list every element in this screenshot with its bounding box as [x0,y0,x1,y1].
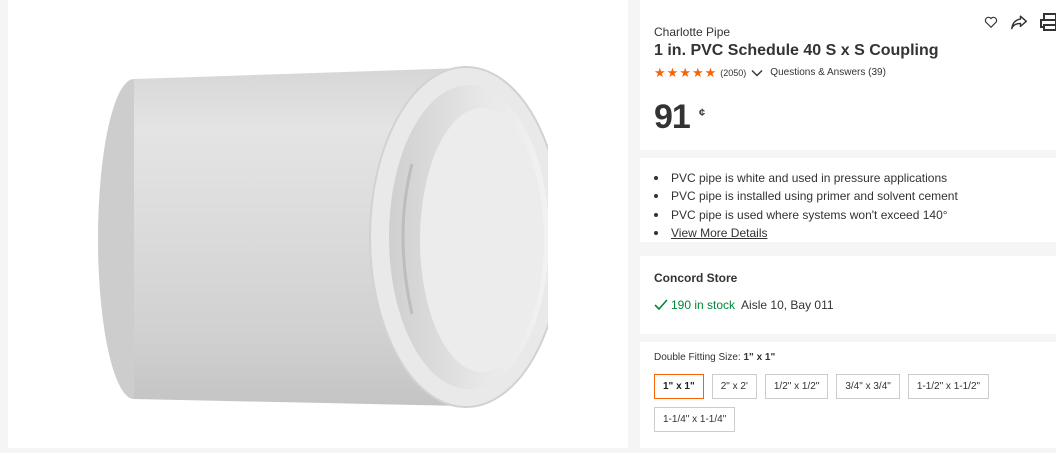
size-option[interactable]: 2" x 2' [711,374,757,399]
product-image-panel [8,0,628,448]
highlights-list: PVC pipe is white and used in pressure a… [654,169,958,242]
aisle-location: Aisle 10, Bay 011 [741,298,834,312]
pvc-coupling-image [98,66,563,408]
size-option[interactable]: 1-1/4" x 1-1/4" [654,407,736,432]
highlight-item: PVC pipe is used where systems won't exc… [654,206,958,224]
check-icon [654,299,668,311]
view-more-details-link[interactable]: View More Details [671,224,767,242]
action-icons [984,13,1056,31]
size-label: Double Fitting Size: 1" x 1" [654,352,775,363]
highlight-item: PVC pipe is white and used in pressure a… [654,169,958,187]
heart-icon[interactable] [984,15,998,29]
highlights-card: PVC pipe is white and used in pressure a… [640,158,1056,242]
product-info-panel: Charlotte Pipe 1 in. PVC Schedule 40 S x… [640,0,1056,448]
star-icon: ★ [704,65,717,80]
stock-status: 190 in stock [671,298,736,312]
size-option[interactable]: 3/4" x 3/4" [836,374,900,399]
product-image[interactable] [94,54,563,448]
star-icon: ★ [666,65,679,80]
star-rating[interactable]: ★ ★ ★ ★ ★ [654,66,716,79]
star-icon: ★ [679,65,691,80]
store-availability-card: Concord Store 190 in stock Aisle 10, Bay… [640,256,1056,334]
size-option-selected[interactable]: 1" x 1" [654,374,704,399]
stock-row: 190 in stock Aisle 10, Bay 011 [654,298,834,312]
review-count[interactable]: (2050) [720,68,746,78]
price: 91 [654,98,691,136]
size-label-text: Double Fitting Size: [654,352,741,363]
star-icon: ★ [654,65,666,80]
questions-answers-link[interactable]: Questions & Answers (39) [770,67,886,78]
brand-name[interactable]: Charlotte Pipe [654,25,730,39]
size-options: 1" x 1" 2" x 2' 1/2" x 1/2" 3/4" x 3/4" … [654,374,1014,432]
view-more-details-item: View More Details [654,224,958,242]
size-selector-card: Double Fitting Size: 1" x 1" 1" x 1" 2" … [640,342,1056,448]
price-cents-symbol: ¢ [699,107,706,119]
size-selected-value: 1" x 1" [743,352,776,363]
star-icon: ★ [691,65,704,80]
chevron-down-icon[interactable] [751,67,763,79]
product-header-card: Charlotte Pipe 1 in. PVC Schedule 40 S x… [640,0,1056,150]
share-icon[interactable] [1010,14,1028,30]
highlight-item: PVC pipe is installed using primer and s… [654,187,958,205]
size-option[interactable]: 1-1/2" x 1-1/2" [907,374,990,399]
print-icon[interactable] [1040,13,1056,31]
store-name[interactable]: Concord Store [654,271,737,285]
product-title: 1 in. PVC Schedule 40 S x S Coupling [654,42,939,59]
rating-row: ★ ★ ★ ★ ★ (2050) Questions & Answers (39… [654,66,886,79]
size-option[interactable]: 1/2" x 1/2" [764,374,829,399]
